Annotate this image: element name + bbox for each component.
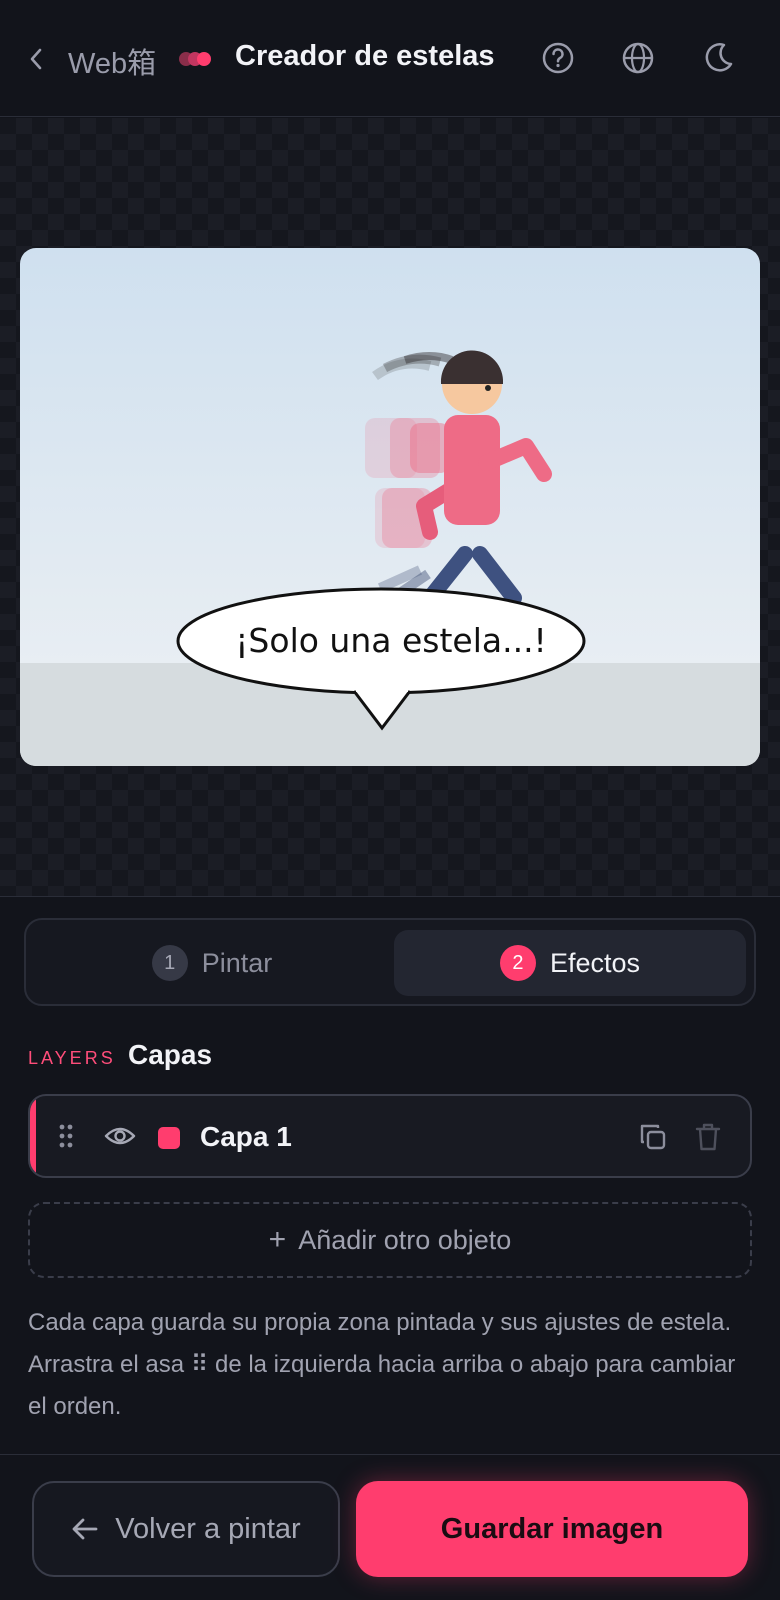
layer-name[interactable]: Capa 1 — [200, 1121, 292, 1153]
page-title: Creador de estelas — [235, 40, 495, 72]
layer-color-swatch[interactable] — [158, 1127, 180, 1149]
save-button-label: Guardar imagen — [440, 1512, 664, 1545]
layers-help-text: Cada capa guarda su propia zona pintada … — [28, 1309, 736, 1420]
layer-active-indicator — [30, 1096, 36, 1176]
eye-icon[interactable] — [104, 1122, 136, 1150]
add-object-label: Añadir otro objeto — [298, 1224, 512, 1255]
canvas-stage: ¡Solo una estela...! — [0, 118, 780, 897]
back-button-label: Volver a pintar — [115, 1512, 301, 1545]
chevron-left-icon[interactable] — [28, 44, 50, 74]
globe-icon[interactable] — [620, 40, 656, 76]
app-header: Web箱 Creador de estelas — [0, 0, 780, 117]
section-kicker: LAYERS — [28, 1048, 116, 1068]
moon-icon[interactable] — [700, 40, 736, 76]
step-number: 2 — [499, 945, 536, 981]
duplicate-icon[interactable] — [638, 1122, 668, 1152]
add-object-button[interactable]: + Añadir otro objeto — [28, 1202, 752, 1278]
preview-image: ¡Solo una estela...! — [20, 248, 760, 766]
bottom-action-bar: Volver a pintar Guardar imagen — [0, 1454, 780, 1600]
section-title: Capas — [128, 1039, 213, 1070]
help-icon[interactable] — [540, 40, 576, 76]
step-number: 1 — [151, 945, 188, 981]
step-switcher: 1 Pintar 2 Efectos — [24, 918, 756, 1006]
drag-handle-icon[interactable] — [58, 1122, 74, 1150]
back-to-paint-button[interactable]: Volver a pintar — [32, 1481, 340, 1577]
layer-row[interactable]: Capa 1 — [28, 1094, 752, 1178]
arrow-left-icon — [72, 1518, 98, 1540]
tab-efectos[interactable]: 2 Efectos — [394, 930, 746, 996]
tab-pintar[interactable]: 1 Pintar — [36, 930, 388, 996]
save-image-button[interactable]: Guardar imagen — [356, 1481, 748, 1577]
trail-logo-icon — [177, 49, 217, 69]
plus-icon: + — [268, 1223, 287, 1256]
brand-link[interactable]: Web箱 — [68, 40, 156, 82]
step-label: Pintar — [201, 947, 273, 978]
trash-icon[interactable] — [694, 1122, 722, 1152]
step-label: Efectos — [549, 947, 641, 978]
speech-bubble-text: ¡Solo una estela...! — [235, 621, 547, 660]
